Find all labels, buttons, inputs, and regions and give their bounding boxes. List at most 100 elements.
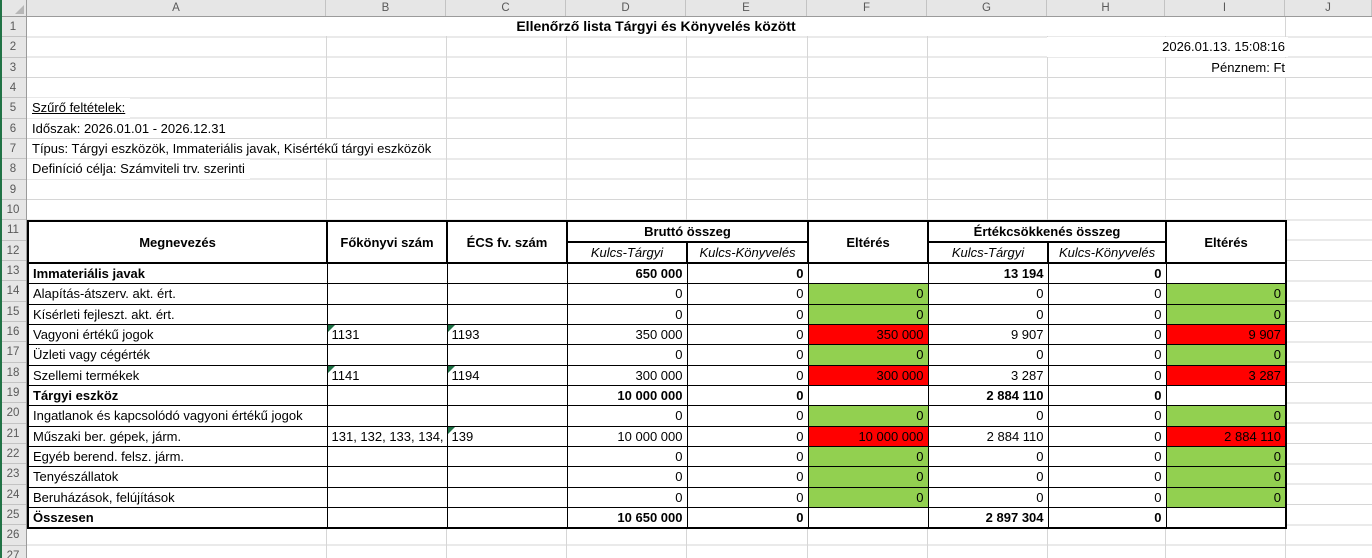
cell-c-16[interactable]: 1193	[446, 323, 568, 346]
cell-i-25[interactable]	[1165, 506, 1287, 529]
column-header-E[interactable]: E	[686, 0, 807, 16]
column-header-G[interactable]: G	[927, 0, 1047, 16]
header-brutto-kulcs-targyi[interactable]: Kulcs-Tárgyi	[566, 241, 688, 265]
cell-d-18[interactable]: 300 000	[566, 364, 688, 386]
cell-e-23[interactable]: 0	[686, 466, 809, 488]
cell-i-16[interactable]: 9 907	[1165, 323, 1287, 346]
cell-c-17[interactable]	[446, 344, 568, 366]
cell-name-16[interactable]: Vagyoni értékű jogok	[27, 323, 328, 346]
row-header-6[interactable]: 6	[0, 119, 26, 139]
cell-f-13[interactable]	[807, 262, 929, 285]
cell-f-19[interactable]	[807, 384, 929, 407]
column-header-H[interactable]: H	[1047, 0, 1165, 16]
cell-g-15[interactable]: 0	[927, 303, 1049, 325]
cell-d-22[interactable]: 0	[566, 445, 688, 468]
cell-h-13[interactable]: 0	[1047, 262, 1167, 285]
cell-f-20[interactable]: 0	[807, 405, 929, 427]
cell-g-13[interactable]: 13 194	[927, 262, 1049, 285]
cell-h-23[interactable]: 0	[1047, 466, 1167, 488]
cell-h-17[interactable]: 0	[1047, 344, 1167, 366]
header-ecs-kulcs-konyveles[interactable]: Kulcs-Könyvelés	[1047, 241, 1168, 265]
cell-c-25[interactable]	[446, 506, 568, 529]
cell-h-15[interactable]: 0	[1047, 303, 1167, 325]
cell-f-18[interactable]: 300 000	[807, 364, 929, 386]
row-header-3[interactable]: 3	[0, 58, 26, 78]
cell-f-16[interactable]: 350 000	[807, 323, 929, 346]
cell-g-25[interactable]: 2 897 304	[927, 506, 1049, 529]
cell-d-14[interactable]: 0	[566, 283, 688, 305]
cell-h-21[interactable]: 0	[1047, 425, 1167, 447]
cell-b-21[interactable]: 131, 132, 133, 134, 1	[326, 425, 448, 447]
cell-name-17[interactable]: Üzleti vagy cégérték	[27, 344, 328, 366]
cell-f-22[interactable]: 0	[807, 445, 929, 468]
row-header-9[interactable]: 9	[0, 180, 26, 200]
select-all-corner[interactable]	[0, 0, 27, 17]
cell-h-14[interactable]: 0	[1047, 283, 1167, 305]
cell-i-17[interactable]: 0	[1165, 344, 1287, 366]
cell-g-16[interactable]: 9 907	[927, 323, 1049, 346]
cell-f-25[interactable]	[807, 506, 929, 529]
cell-b-18[interactable]: 1141	[326, 364, 448, 386]
cell-g-18[interactable]: 3 287	[927, 364, 1049, 386]
row-header-24[interactable]: 24	[0, 485, 26, 505]
column-header-C[interactable]: C	[446, 0, 566, 16]
cell-name-25[interactable]: Összesen	[27, 506, 328, 529]
cell-e-20[interactable]: 0	[686, 405, 809, 427]
cell-g-23[interactable]: 0	[927, 466, 1049, 488]
cell-d-21[interactable]: 10 000 000	[566, 425, 688, 447]
cell-h-22[interactable]: 0	[1047, 445, 1167, 468]
cell-b-19[interactable]	[326, 384, 448, 407]
cell-f-15[interactable]: 0	[807, 303, 929, 325]
column-header-A[interactable]: A	[27, 0, 326, 16]
cell-b-17[interactable]	[326, 344, 448, 366]
cell-e-17[interactable]: 0	[686, 344, 809, 366]
cell-name-23[interactable]: Tenyészállatok	[27, 466, 328, 488]
cell-h-19[interactable]: 0	[1047, 384, 1167, 407]
cell-i-20[interactable]: 0	[1165, 405, 1287, 427]
row-header-4[interactable]: 4	[0, 78, 26, 99]
cell-d-19[interactable]: 10 000 000	[566, 384, 688, 407]
cell-name-20[interactable]: Ingatlanok és kapcsolódó vagyoni értékű …	[27, 405, 328, 427]
cell-h-20[interactable]: 0	[1047, 405, 1167, 427]
cell-name-22[interactable]: Egyéb berend. felsz. járm.	[27, 445, 328, 468]
row-header-2[interactable]: 2	[0, 37, 26, 58]
cell-i-23[interactable]: 0	[1165, 466, 1287, 488]
cell-name-15[interactable]: Kísérleti fejleszt. akt. ért.	[27, 303, 328, 325]
cell-f-14[interactable]: 0	[807, 283, 929, 305]
cell-d-17[interactable]: 0	[566, 344, 688, 366]
row-header-14[interactable]: 14	[0, 281, 26, 302]
cell-c-18[interactable]: 1194	[446, 364, 568, 386]
row-header-12[interactable]: 12	[0, 241, 26, 261]
header-ecs-fv-szam[interactable]: ÉCS fv. szám	[446, 220, 568, 265]
cell-name-21[interactable]: Műszaki ber. gépek, járm.	[27, 425, 328, 447]
header-ecs-kulcs-targyi[interactable]: Kulcs-Tárgyi	[927, 241, 1050, 265]
cell-i-21[interactable]: 2 884 110	[1165, 425, 1287, 447]
cell-e-25[interactable]: 0	[686, 506, 809, 529]
cell-d-24[interactable]: 0	[566, 486, 688, 508]
cell-d-20[interactable]: 0	[566, 405, 688, 427]
row-header-21[interactable]: 21	[0, 424, 26, 444]
cell-h-16[interactable]: 0	[1047, 323, 1167, 346]
cell-c-24[interactable]	[446, 486, 568, 508]
cell-c-15[interactable]	[446, 303, 568, 325]
cell-g-14[interactable]: 0	[927, 283, 1049, 305]
cell-i-22[interactable]: 0	[1165, 445, 1287, 468]
cell-b-14[interactable]	[326, 283, 448, 305]
cell-d-13[interactable]: 650 000	[566, 262, 688, 285]
cell-i-14[interactable]: 0	[1165, 283, 1287, 305]
row-header-17[interactable]: 17	[0, 342, 26, 363]
header-elteres-ecs[interactable]: Eltérés	[1165, 220, 1288, 265]
cell-i-18[interactable]: 3 287	[1165, 364, 1287, 386]
column-header-J[interactable]: J	[1285, 0, 1372, 16]
cell-b-23[interactable]	[326, 466, 448, 488]
cell-c-23[interactable]	[446, 466, 568, 488]
row-header-1[interactable]: 1	[0, 17, 26, 38]
cell-b-24[interactable]	[326, 486, 448, 508]
header-megnevezes[interactable]: Megnevezés	[27, 220, 328, 265]
cell-e-13[interactable]: 0	[686, 262, 809, 285]
cell-g-21[interactable]: 2 884 110	[927, 425, 1049, 447]
row-header-8[interactable]: 8	[0, 159, 26, 180]
cell-f-17[interactable]: 0	[807, 344, 929, 366]
row-header-16[interactable]: 16	[0, 322, 26, 343]
cell-d-15[interactable]: 0	[566, 303, 688, 325]
